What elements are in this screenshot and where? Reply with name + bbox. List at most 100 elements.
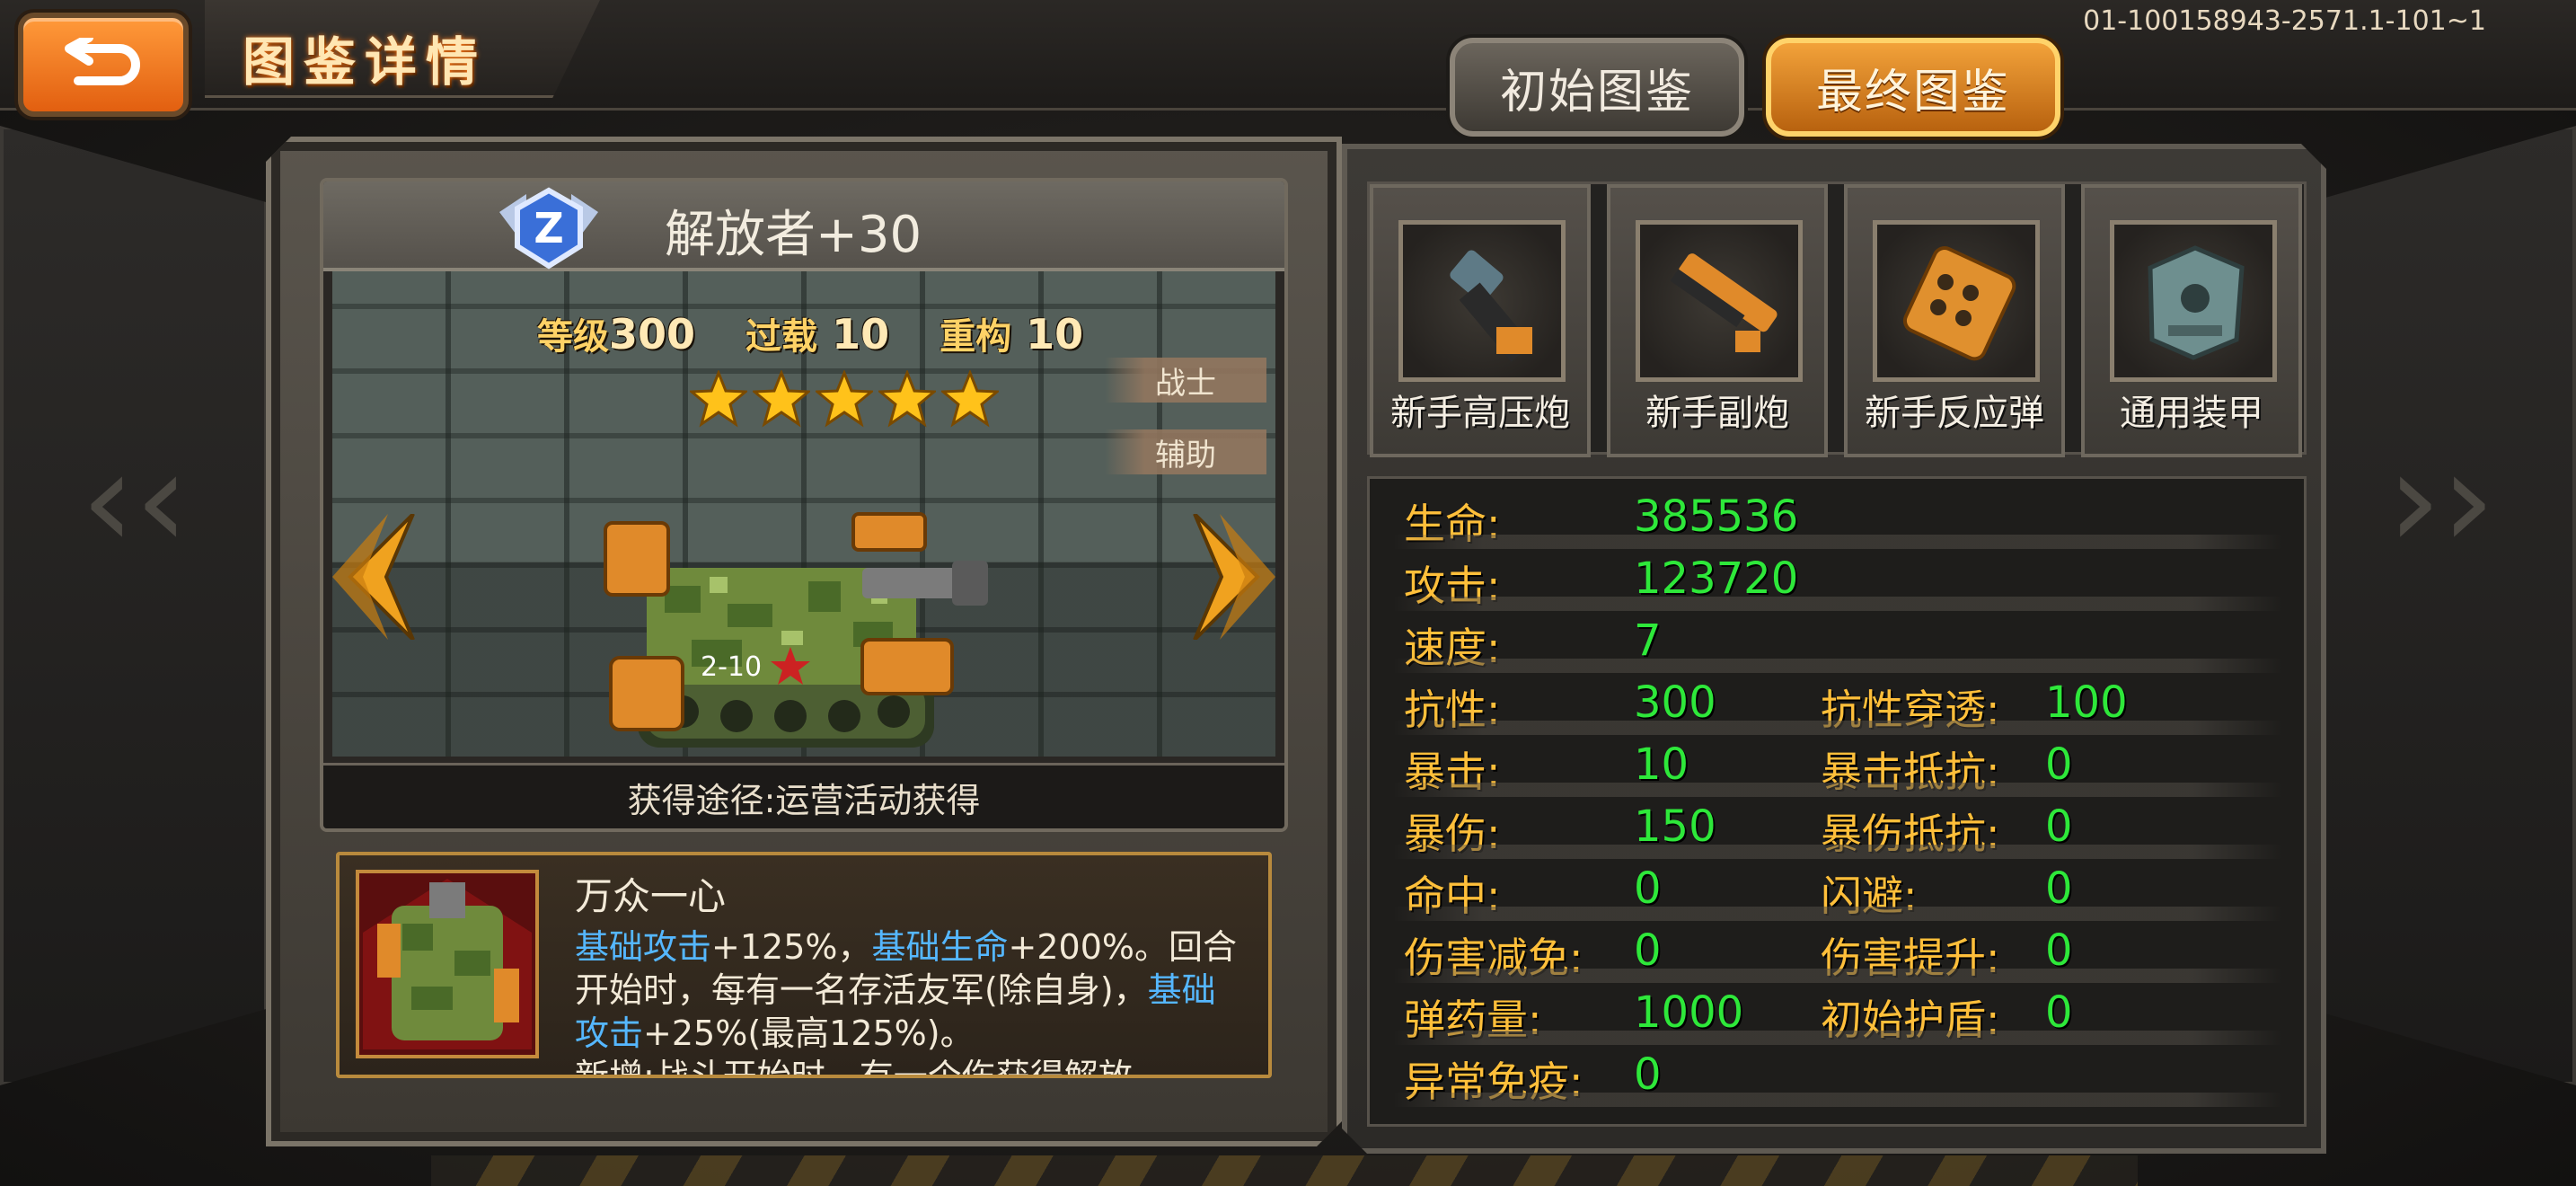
- back-button[interactable]: [18, 13, 189, 117]
- stat-label-attack: 攻击:: [1404, 562, 1501, 610]
- skill-keyword: 基础攻击: [575, 927, 712, 967]
- tab-final-codex[interactable]: 最终图鉴: [1766, 38, 2060, 137]
- equipment-label: 新手副炮: [1645, 393, 1789, 434]
- unit-name: 解放者+30: [665, 206, 922, 264]
- equipment-label: 新手高压炮: [1390, 393, 1570, 434]
- stat-value-dmg-boost: 0: [2045, 925, 2073, 976]
- equipment-label: 通用装甲: [2120, 393, 2263, 434]
- stat-value-dodge: 0: [2045, 863, 2073, 914]
- stat-row: 生命: 385536: [1393, 491, 2282, 545]
- unit-panel: Z 解放者+30 等级300 过载 10 重构 10 战士 辅助 2-10 获得…: [266, 137, 1342, 1146]
- stat-label-resist-pen: 抗性穿透:: [1821, 686, 2000, 734]
- svg-text:2-10: 2-10: [701, 651, 762, 683]
- stat-row: 暴击: 10 暴击抵抗: 0: [1393, 739, 2282, 793]
- equipment-frame: [1398, 220, 1566, 382]
- overload-label: 过载: [745, 316, 818, 358]
- stat-label-crit-dmg: 暴伤:: [1404, 810, 1501, 858]
- star-icon: [941, 370, 999, 428]
- stat-value-crit: 10: [1634, 739, 1689, 790]
- version-code: 01-100158943-2571.1-101~1: [2083, 5, 2486, 37]
- stat-label-resist: 抗性:: [1404, 686, 1501, 734]
- stat-row: 速度: 7: [1393, 615, 2282, 669]
- attribute-list: 生命: 385536 攻击: 123720 速度: 7 抗性: 300 抗性穿透…: [1367, 476, 2307, 1127]
- unit-level-line: 等级300 过载 10 重构 10: [537, 307, 1119, 359]
- next-unit-arrow-icon[interactable]: [1186, 514, 1275, 640]
- role-tag-support: 辅助: [1105, 429, 1266, 474]
- equipment-slot-secondary-gun[interactable]: 新手副炮: [1607, 184, 1828, 457]
- stat-row: 攻击: 123720: [1393, 553, 2282, 607]
- background-chevron-left-icon: ‹‹: [81, 422, 189, 579]
- tank-unit-icon: 2-10: [584, 487, 997, 774]
- skill-tank-icon: [356, 870, 539, 1058]
- star-icon: [816, 370, 873, 428]
- prev-unit-arrow-icon[interactable]: [332, 514, 422, 640]
- stat-label-dmg-reduce: 伤害减免:: [1404, 934, 1584, 982]
- stat-value-crit-dmg: 150: [1634, 801, 1716, 852]
- stat-value-immunity: 0: [1634, 1049, 1662, 1100]
- skill-panel: 万众一心 基础攻击+125%，基础生命+200%。回合开始时，每有一名存活友军(…: [336, 852, 1272, 1078]
- star-icon: [690, 370, 747, 428]
- stat-value-ammo: 1000: [1634, 987, 1744, 1038]
- stat-label-dmg-boost: 伤害提升:: [1821, 934, 2000, 982]
- rebuild-label: 重构: [940, 316, 1012, 358]
- stat-label-hit: 命中:: [1404, 872, 1501, 920]
- unit-showcase: Z 解放者+30 等级300 过载 10 重构 10 战士 辅助 2-10 获得…: [320, 178, 1288, 832]
- skill-name: 万众一心: [575, 874, 727, 918]
- stat-label-hp: 生命:: [1404, 500, 1501, 548]
- cannon-icon: [1412, 232, 1552, 372]
- stat-label-dodge: 闪避:: [1821, 872, 1918, 920]
- rebuild-value: 10: [1026, 310, 1084, 358]
- stat-row: 弹药量: 1000 初始护盾: 0: [1393, 987, 2282, 1041]
- stat-label-immunity: 异常免疫:: [1404, 1058, 1584, 1106]
- overload-value: 10: [832, 310, 890, 358]
- star-icon: [878, 370, 936, 428]
- acquisition-source: 获得途径:运营活动获得: [323, 763, 1284, 828]
- secondary-gun-icon: [1649, 232, 1789, 372]
- level-value: 300: [609, 310, 696, 358]
- star-icon: [753, 370, 810, 428]
- stat-row: 伤害减免: 0 伤害提升: 0: [1393, 925, 2282, 979]
- background-chevron-right-icon: ››: [2387, 422, 2495, 579]
- stat-row: 异常免疫: 0: [1393, 1049, 2282, 1103]
- skill-text: +125%，: [711, 927, 872, 967]
- stat-label-shield: 初始护盾:: [1821, 996, 2000, 1044]
- equipment-slot-reactive-shell[interactable]: 新手反应弹: [1844, 184, 2065, 457]
- equipment-frame: [2110, 220, 2277, 382]
- background-panel-left: [0, 126, 268, 1085]
- stat-label-crit-resist: 暴击抵抗:: [1821, 748, 2000, 796]
- stat-value-hp: 385536: [1634, 491, 1799, 542]
- equipment-frame: [1873, 220, 2040, 382]
- star-rating: [690, 370, 999, 428]
- stats-panel: 新手高压炮 新手副炮 新手反应弹 通用装甲 生命: 385536 攻击: 123…: [1342, 144, 2326, 1154]
- stat-value-hit: 0: [1634, 863, 1662, 914]
- stat-value-crit-resist: 0: [2045, 739, 2073, 790]
- stat-row: 抗性: 300 抗性穿透: 100: [1393, 677, 2282, 731]
- rank-badge-icon: Z: [490, 185, 607, 271]
- stat-label-ammo: 弹药量:: [1404, 996, 1542, 1044]
- equipment-label: 新手反应弹: [1865, 393, 2044, 434]
- stat-row: 命中: 0 闪避: 0: [1393, 863, 2282, 917]
- level-label: 等级: [537, 316, 609, 358]
- tab-initial-codex[interactable]: 初始图鉴: [1450, 38, 1744, 137]
- stat-label-crit-dmg-resist: 暴伤抵抗:: [1821, 810, 2000, 858]
- skill-keyword: 基础生命: [871, 927, 1009, 967]
- reactive-shell-icon: [1886, 232, 2026, 372]
- stat-value-attack: 123720: [1634, 553, 1799, 604]
- equipment-row: 新手高压炮 新手副炮 新手反应弹 通用装甲: [1367, 181, 2307, 455]
- skill-text: 新增:战斗开始时，有一个伤获得解放: [575, 1057, 1133, 1078]
- equipment-frame: [1636, 220, 1803, 382]
- svg-text:Z: Z: [534, 204, 563, 252]
- stat-value-shield: 0: [2045, 987, 2073, 1038]
- back-arrow-icon: [65, 38, 140, 85]
- stat-value-speed: 7: [1634, 615, 1662, 666]
- background-panel-right: [2308, 126, 2576, 1085]
- stat-value-crit-dmg-resist: 0: [2045, 801, 2073, 852]
- stat-value-resist: 300: [1634, 677, 1716, 728]
- skill-description: 基础攻击+125%，基础生命+200%。回合开始时，每有一名存活友军(除自身)，…: [575, 925, 1247, 1078]
- hazard-stripe: [431, 1155, 2138, 1186]
- armor-icon: [2123, 232, 2263, 372]
- skill-text: +25%(最高125%)。: [643, 1013, 975, 1053]
- role-tag-warrior: 战士: [1105, 358, 1266, 403]
- equipment-slot-cannon[interactable]: 新手高压炮: [1370, 184, 1591, 457]
- equipment-slot-armor[interactable]: 通用装甲: [2081, 184, 2302, 457]
